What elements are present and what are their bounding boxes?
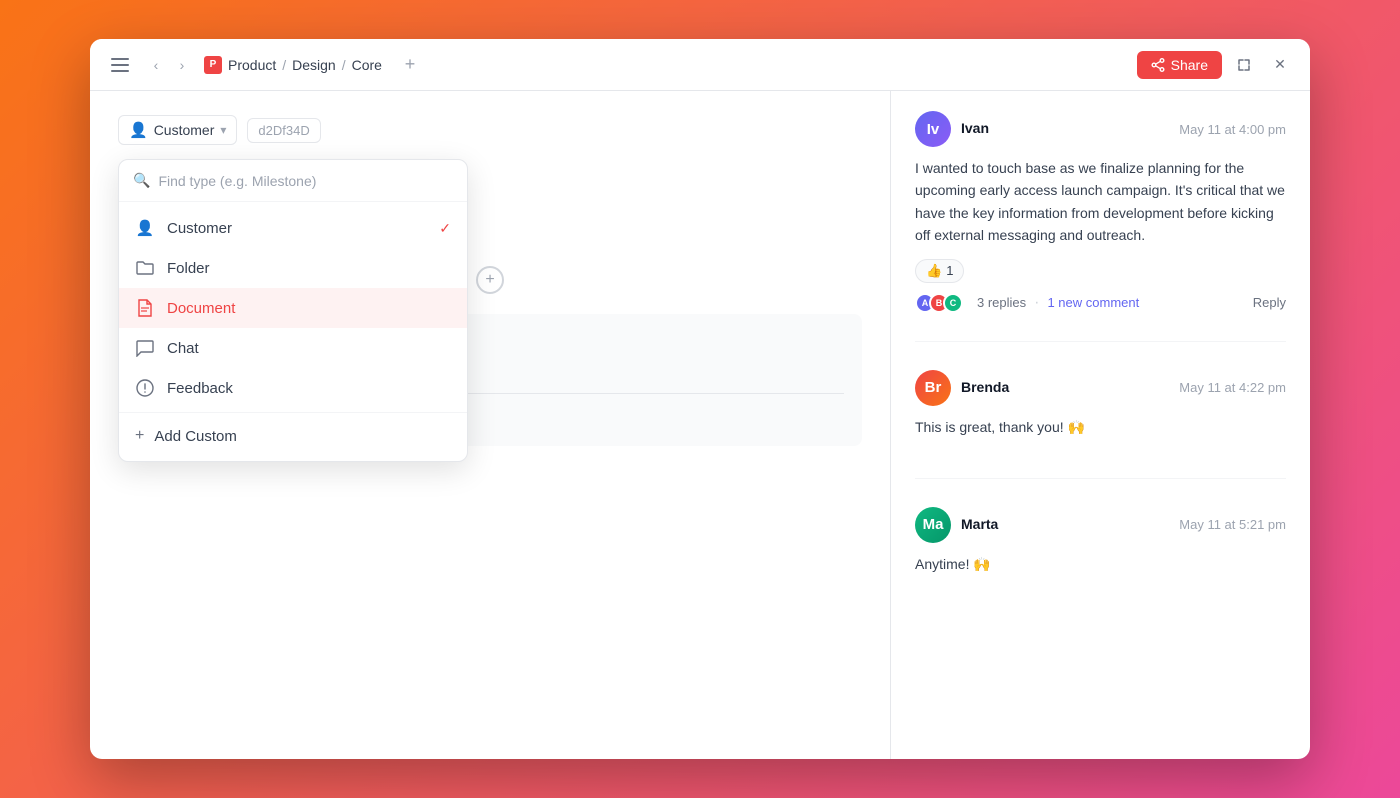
breadcrumb-sep-2: / <box>342 57 346 73</box>
chat-label: Chat <box>167 340 199 357</box>
breadcrumb-design[interactable]: Design <box>292 57 336 73</box>
comment-ivan: Iv Ivan May 11 at 4:00 pm I wanted to to… <box>915 111 1286 342</box>
document-icon <box>135 298 155 318</box>
dropdown-item-feedback[interactable]: Feedback <box>119 368 467 408</box>
dropdown-divider <box>119 412 467 413</box>
comment-meta-ivan: Ivan <box>961 120 1169 138</box>
dot-separator: · <box>1034 294 1039 312</box>
add-item-button[interactable]: + <box>476 266 504 294</box>
comment-author-brenda: Brenda <box>961 379 1009 395</box>
new-comment-badge[interactable]: 1 new comment <box>1047 295 1139 310</box>
titlebar-right: Share ✕ <box>1137 51 1294 79</box>
plus-icon: + <box>135 427 144 445</box>
type-selector-row: 👤 Customer ▾ d2Df34D 🔍 👤 Cus <box>118 115 862 145</box>
left-panel: 👤 Customer ▾ d2Df34D 🔍 👤 Cus <box>90 91 890 759</box>
comment-time-ivan: May 11 at 4:00 pm <box>1179 122 1286 137</box>
type-dropdown: 🔍 👤 Customer ✓ <box>118 159 468 462</box>
person-icon: 👤 <box>129 121 148 139</box>
type-search-input[interactable] <box>158 173 453 189</box>
breadcrumb-core[interactable]: Core <box>352 57 382 73</box>
comment-time-marta: May 11 at 5:21 pm <box>1179 517 1286 532</box>
customer-label: Customer <box>167 220 232 237</box>
titlebar-left: ‹ › P Product / Design / Core + <box>106 51 424 79</box>
comment-time-brenda: May 11 at 4:22 pm <box>1179 380 1286 395</box>
document-label: Document <box>167 300 235 317</box>
main-content: 👤 Customer ▾ d2Df34D 🔍 👤 Cus <box>90 91 1310 759</box>
breadcrumb: P Product / Design / Core <box>204 56 382 74</box>
replies-count: 3 replies <box>977 295 1026 310</box>
folder-icon <box>135 258 155 278</box>
comment-header-ivan: Iv Ivan May 11 at 4:00 pm <box>915 111 1286 147</box>
comment-body-brenda: This is great, thank you! 🙌 <box>915 416 1286 438</box>
comment-meta-brenda: Brenda <box>961 379 1169 397</box>
type-label: Customer <box>154 122 215 138</box>
app-icon: P <box>204 56 222 74</box>
comment-author-ivan: Ivan <box>961 120 989 136</box>
breadcrumb-sep-1: / <box>282 57 286 73</box>
chevron-down-icon: ▾ <box>220 123 226 137</box>
share-label: Share <box>1171 57 1208 73</box>
comment-footer-ivan: A B C 3 replies · 1 new comment Reply <box>915 293 1286 313</box>
thumbsup-reaction-button[interactable]: 👍 1 <box>915 259 964 283</box>
share-icon <box>1151 58 1165 72</box>
search-icon: 🔍 <box>133 172 150 189</box>
sidebar-toggle-button[interactable] <box>106 51 134 79</box>
breadcrumb-product[interactable]: Product <box>228 57 276 73</box>
main-window: ‹ › P Product / Design / Core + <box>90 39 1310 759</box>
comment-header-marta: Ma Marta May 11 at 5:21 pm <box>915 507 1286 543</box>
share-button[interactable]: Share <box>1137 51 1222 79</box>
feedback-label: Feedback <box>167 380 233 397</box>
comment-body-ivan: I wanted to touch base as we finalize pl… <box>915 157 1286 247</box>
thumbsup-count: 1 <box>946 263 953 278</box>
feedback-icon <box>135 378 155 398</box>
close-button[interactable]: ✕ <box>1266 51 1294 79</box>
comments-panel: Iv Ivan May 11 at 4:00 pm I wanted to to… <box>890 91 1310 759</box>
dropdown-items-list: 👤 Customer ✓ Folder <box>119 202 467 461</box>
reply-button-ivan[interactable]: Reply <box>1253 295 1286 310</box>
record-id-badge: d2Df34D <box>247 118 320 143</box>
add-custom-label: Add Custom <box>154 428 237 445</box>
dropdown-search-area: 🔍 <box>119 160 467 202</box>
type-selector-button[interactable]: 👤 Customer ▾ <box>118 115 237 145</box>
comment-header-brenda: Br Brenda May 11 at 4:22 pm <box>915 370 1286 406</box>
customer-icon: 👤 <box>135 218 155 238</box>
dropdown-item-document[interactable]: Document <box>119 288 467 328</box>
comment-marta: Ma Marta May 11 at 5:21 pm Anytime! 🙌 <box>915 507 1286 615</box>
chat-icon <box>135 338 155 358</box>
reply-avatar-3: C <box>943 293 963 313</box>
add-custom-button[interactable]: + Add Custom <box>119 417 467 455</box>
avatar-marta: Ma <box>915 507 951 543</box>
thumbsup-emoji: 👍 <box>926 263 942 279</box>
reply-avatars: A B C <box>915 293 957 313</box>
comment-brenda: Br Brenda May 11 at 4:22 pm This is grea… <box>915 370 1286 479</box>
avatar-ivan: Iv <box>915 111 951 147</box>
add-tab-button[interactable]: + <box>396 51 424 79</box>
comment-body-marta: Anytime! 🙌 <box>915 553 1286 575</box>
forward-button[interactable]: › <box>170 53 194 77</box>
dropdown-item-customer[interactable]: 👤 Customer ✓ <box>119 208 467 248</box>
titlebar: ‹ › P Product / Design / Core + <box>90 39 1310 91</box>
nav-arrows: ‹ › <box>144 53 194 77</box>
comment-author-marta: Marta <box>961 516 998 532</box>
back-button[interactable]: ‹ <box>144 53 168 77</box>
expand-button[interactable] <box>1230 51 1258 79</box>
comment-meta-marta: Marta <box>961 516 1169 534</box>
dropdown-item-folder[interactable]: Folder <box>119 248 467 288</box>
avatar-brenda: Br <box>915 370 951 406</box>
dropdown-item-chat[interactable]: Chat <box>119 328 467 368</box>
check-icon: ✓ <box>439 220 451 237</box>
folder-label: Folder <box>167 260 210 277</box>
comment-reactions-ivan: 👍 1 <box>915 259 1286 283</box>
